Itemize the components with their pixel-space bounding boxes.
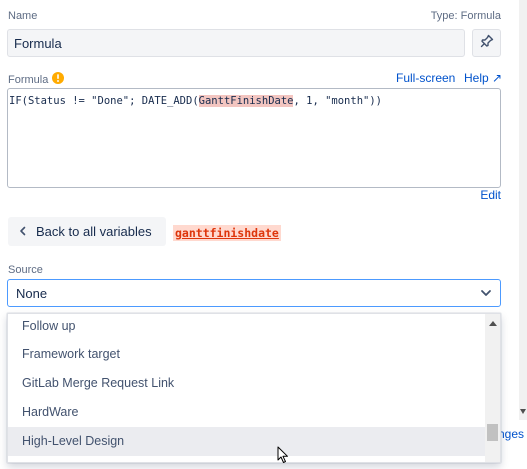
background-partial-link[interactable]: nges [498, 427, 524, 441]
name-label: Name [8, 10, 38, 22]
type-label: Type: Formula [430, 10, 501, 22]
current-variable-chip: ganttfinishdate [173, 225, 281, 241]
source-select[interactable]: None [7, 279, 501, 307]
page-scroll-down-icon[interactable] [520, 409, 526, 414]
help-link[interactable]: Help ↗ [464, 71, 502, 85]
source-label: Source [8, 264, 43, 276]
chevron-left-icon [18, 224, 28, 239]
edit-link[interactable]: Edit [480, 188, 501, 202]
chevron-down-icon [480, 287, 492, 299]
pin-button[interactable] [472, 29, 501, 57]
formula-label: Formula [8, 73, 49, 86]
formula-code-prefix: IF(Status != "Done"; DATE_ADD( [9, 95, 199, 107]
source-option-hovered[interactable]: High-Level Design [8, 427, 486, 456]
dropdown-scroll-thumb[interactable] [487, 424, 498, 441]
formula-label-row: Formula [8, 72, 65, 87]
formula-variable-highlight: GanttFinishDate [198, 95, 294, 107]
formula-code-suffix: , 1, "month")) [293, 95, 382, 107]
name-input-value: Formula [14, 35, 62, 51]
mouse-cursor-icon [277, 446, 289, 469]
source-dropdown: Follow up Framework target GitLab Merge … [7, 313, 501, 463]
source-selected-value: None [16, 285, 48, 301]
dropdown-scrollbar[interactable] [485, 314, 500, 462]
source-option[interactable]: GitLab Merge Request Link [8, 369, 486, 398]
pin-icon [480, 34, 494, 53]
back-to-variables-label: Back to all variables [36, 224, 152, 239]
fullscreen-link[interactable]: Full-screen [396, 71, 455, 85]
source-option[interactable]: Framework target [8, 340, 486, 369]
formula-editor[interactable]: IF(Status != "Done"; DATE_ADD(GanttFinis… [7, 88, 501, 188]
source-option[interactable]: Follow up [8, 314, 486, 340]
current-variable: ganttfinishdate [173, 224, 281, 242]
page-scrollbar[interactable] [519, 0, 527, 420]
scroll-up-icon[interactable] [489, 321, 497, 326]
name-input[interactable]: Formula [7, 29, 465, 57]
back-to-variables-button[interactable]: Back to all variables [8, 217, 166, 246]
source-options-list: Follow up Framework target GitLab Merge … [8, 314, 486, 462]
source-option[interactable]: HardWare [8, 398, 486, 427]
warning-icon[interactable] [52, 72, 65, 87]
